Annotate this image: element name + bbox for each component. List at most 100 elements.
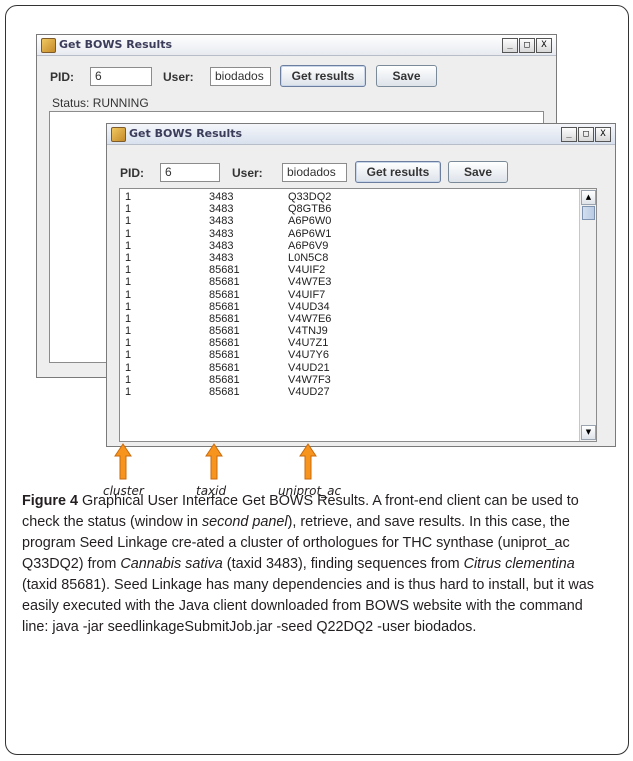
results-list[interactable]: 1 3483 Q33DQ2 1 3483 Q8GTB6 1 3483 A6P6W0 1 3483 A6… xyxy=(122,191,578,439)
minimize-button[interactable]: _ xyxy=(561,127,577,142)
close-button[interactable]: X xyxy=(595,127,611,142)
scroll-thumb[interactable] xyxy=(582,206,595,220)
scroll-down-arrow-icon[interactable]: ▼ xyxy=(581,425,596,440)
taxid-cell: 85681 xyxy=(209,373,240,386)
cluster-cell: 1 xyxy=(125,337,132,350)
uniprot-ac-cell: Q33DQ2 xyxy=(288,191,332,203)
uniprot-ac-cell: V4W7E6 xyxy=(288,312,332,325)
pid-label: PID: xyxy=(120,166,144,180)
taxid-cell: 85681 xyxy=(209,264,240,277)
front-window-controls: _ □ X xyxy=(561,127,611,142)
taxid-cell: 3483 xyxy=(209,191,234,203)
caption-em-2: Cannabis sativa xyxy=(120,556,223,572)
figure-label: Figure 4 xyxy=(22,493,78,509)
figure-caption: Figure 4 Graphical User Interface Get BO… xyxy=(22,491,612,638)
cluster-cell: 1 xyxy=(125,325,132,338)
table-row[interactable]: 1 85681 V4UD34 xyxy=(122,301,578,313)
table-row[interactable]: 1 3483 L0N5C8 xyxy=(122,252,578,264)
table-row[interactable]: 1 3483 Q33DQ2 xyxy=(122,191,578,203)
save-button[interactable]: Save xyxy=(376,65,437,87)
taxid-cell: 85681 xyxy=(209,386,240,398)
taxid-cell: 3483 xyxy=(209,215,234,228)
cluster-cell: 1 xyxy=(125,312,132,325)
table-row[interactable]: 1 3483 Q8GTB6 xyxy=(122,203,578,215)
taxid-cell: 85681 xyxy=(209,325,240,338)
table-row[interactable]: 1 85681 V4UIF2 xyxy=(122,264,578,276)
uniprot-ac-cell: A6P6W0 xyxy=(288,215,332,228)
uniprot-ac-cell: V4W7E3 xyxy=(288,276,332,289)
table-row[interactable]: 1 85681 V4UD27 xyxy=(122,386,578,398)
taxid-cell: 3483 xyxy=(209,251,234,264)
caption-em-3: Citrus clementina xyxy=(463,556,575,572)
caption-text-3: (taxid 3483), finding sequences from xyxy=(222,556,464,572)
back-window-titlebar[interactable]: Get BOWS Results _ □ X xyxy=(37,35,556,56)
uniprot-ac-cell: V4W7F3 xyxy=(288,373,331,386)
uniprot-ac-cell: V4U7Y6 xyxy=(288,349,329,362)
uniprot-ac-cell: V4UD21 xyxy=(288,361,330,374)
uniprot-ac-cell: L0N5C8 xyxy=(288,251,329,264)
get-results-button[interactable]: Get results xyxy=(355,161,441,183)
uniprot-ac-cell: V4UD27 xyxy=(288,386,330,398)
taxid-cell: 3483 xyxy=(209,239,234,252)
cluster-cell: 1 xyxy=(125,386,132,398)
uniprot-ac-cell: V4UIF2 xyxy=(288,264,326,277)
front-window-titlebar[interactable]: Get BOWS Results _ □ X xyxy=(107,124,615,145)
table-row[interactable]: 1 3483 A6P6W0 xyxy=(122,215,578,227)
front-window: Get BOWS Results _ □ X PID: 6 User: biod… xyxy=(106,123,616,447)
cluster-cell: 1 xyxy=(125,251,132,264)
taxid-arrow-icon xyxy=(205,443,223,480)
taxid-cell: 85681 xyxy=(209,276,240,289)
user-label: User: xyxy=(232,166,263,180)
table-row[interactable]: 1 85681 V4W7E6 xyxy=(122,313,578,325)
table-row[interactable]: 1 85681 V4TNJ9 xyxy=(122,325,578,337)
uniprot-ac-cell: Q8GTB6 xyxy=(288,203,332,216)
cluster-cell: 1 xyxy=(125,191,132,203)
table-row[interactable]: 1 85681 V4UD21 xyxy=(122,362,578,374)
table-row[interactable]: 1 85681 V4U7Z1 xyxy=(122,337,578,349)
close-button[interactable]: X xyxy=(536,38,552,53)
table-row[interactable]: 1 85681 V4U7Y6 xyxy=(122,349,578,361)
user-label: User: xyxy=(163,70,194,84)
pid-field[interactable]: 6 xyxy=(160,163,220,182)
taxid-cell: 85681 xyxy=(209,349,240,362)
cluster-cell: 1 xyxy=(125,276,132,289)
save-button[interactable]: Save xyxy=(448,161,508,183)
back-window-title: Get BOWS Results xyxy=(59,38,173,51)
caption-text-4: (taxid 85681). Seed Linkage has many dep… xyxy=(22,577,594,635)
cluster-cell: 1 xyxy=(125,264,132,277)
maximize-button[interactable]: □ xyxy=(578,127,594,142)
taxid-cell: 85681 xyxy=(209,361,240,374)
maximize-button[interactable]: □ xyxy=(519,38,535,53)
user-field[interactable]: biodados xyxy=(282,163,347,182)
table-row[interactable]: 1 85681 V4W7F3 xyxy=(122,374,578,386)
minimize-button[interactable]: _ xyxy=(502,38,518,53)
user-field[interactable]: biodados xyxy=(210,67,271,86)
results-list-area[interactable]: 1 3483 Q33DQ2 1 3483 Q8GTB6 1 3483 A6P6W0 1 3483 A6… xyxy=(119,188,597,442)
uniprot-arrow-icon xyxy=(299,443,317,480)
cluster-arrow-icon xyxy=(114,443,132,480)
cluster-cell: 1 xyxy=(125,227,132,240)
taxid-cell: 85681 xyxy=(209,288,240,301)
status-text: Status: RUNNING xyxy=(52,96,149,110)
uniprot-ac-cell: V4TNJ9 xyxy=(288,325,328,338)
cluster-cell: 1 xyxy=(125,203,132,216)
taxid-cell: 3483 xyxy=(209,227,234,240)
table-row[interactable]: 1 3483 A6P6V9 xyxy=(122,240,578,252)
get-results-button[interactable]: Get results xyxy=(280,65,366,87)
table-row[interactable]: 1 85681 V4UIF7 xyxy=(122,289,578,301)
pid-field[interactable]: 6 xyxy=(90,67,152,86)
cluster-cell: 1 xyxy=(125,349,132,362)
uniprot-ac-cell: A6P6W1 xyxy=(288,227,332,240)
vertical-scrollbar[interactable]: ▲ ▼ xyxy=(579,189,596,441)
taxid-cell: 85681 xyxy=(209,337,240,350)
table-row[interactable]: 1 3483 A6P6W1 xyxy=(122,228,578,240)
uniprot-ac-cell: A6P6V9 xyxy=(288,239,329,252)
back-window-controls: _ □ X xyxy=(502,38,552,53)
table-row[interactable]: 1 85681 V4W7E3 xyxy=(122,276,578,288)
uniprot-ac-cell: V4UIF7 xyxy=(288,288,326,301)
scroll-up-arrow-icon[interactable]: ▲ xyxy=(581,190,596,205)
java-app-icon xyxy=(41,38,56,53)
taxid-cell: 85681 xyxy=(209,300,240,313)
cluster-cell: 1 xyxy=(125,361,132,374)
pid-label: PID: xyxy=(50,70,74,84)
